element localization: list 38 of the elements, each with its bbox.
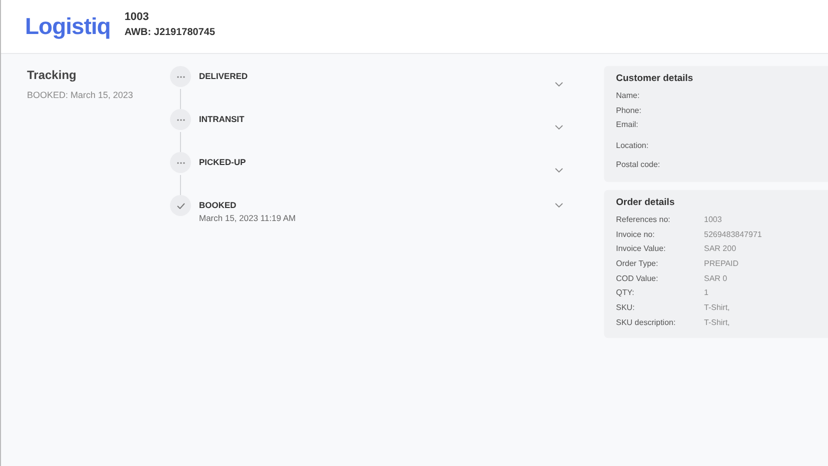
awb-number: AWB: J2191780745 <box>124 27 216 38</box>
field-label: Location: <box>616 141 650 150</box>
field-label: Postal code: <box>616 160 662 170</box>
field-value: PREPAID <box>704 258 739 268</box>
field-value: SAR 200 <box>704 244 736 254</box>
field-label: QTY: <box>616 288 636 298</box>
field-label: COD Value: <box>616 274 660 283</box>
step-title: BOOKED <box>199 200 238 210</box>
field-label: Order Type: <box>616 258 660 268</box>
field-value: T-Shirt, <box>704 318 730 327</box>
logo: Logistiq <box>25 13 110 40</box>
step-title: INTRANSIT <box>199 114 246 124</box>
order-id: 1003 <box>124 11 150 23</box>
field-label: Email: <box>616 120 640 130</box>
field-label: Invoice no: <box>616 230 656 239</box>
field-value: SAR 0 <box>704 274 728 283</box>
field-label: Invoice Value: <box>616 244 667 254</box>
step-title: DELIVERED <box>199 71 249 81</box>
panel-title: Customer details <box>616 73 694 84</box>
field-value: 1 <box>704 288 708 298</box>
field-label: Phone: <box>616 106 642 115</box>
field-label: Name: <box>616 90 641 100</box>
field-value: 1003 <box>704 214 722 224</box>
field-label: SKU: <box>616 303 636 312</box>
field-value: 5269483847971 <box>704 230 762 239</box>
chevron-down-icon[interactable] <box>555 203 563 208</box>
chevron-down-icon[interactable] <box>555 82 563 87</box>
tracking-title: Tracking <box>27 68 78 82</box>
check-icon <box>176 202 184 208</box>
step-title: PICKED-UP <box>199 157 247 167</box>
step-date: March 15, 2023 11:19 AM <box>199 213 297 223</box>
chevron-down-icon[interactable] <box>555 168 563 173</box>
panel-title: Order details <box>616 197 676 208</box>
field-value: T-Shirt, <box>704 303 730 312</box>
field-label: References no: <box>616 214 672 224</box>
chevron-down-icon[interactable] <box>555 125 563 130</box>
booked-date: BOOKED: March 15, 2023 <box>27 90 134 100</box>
field-label: SKU description: <box>616 318 677 327</box>
